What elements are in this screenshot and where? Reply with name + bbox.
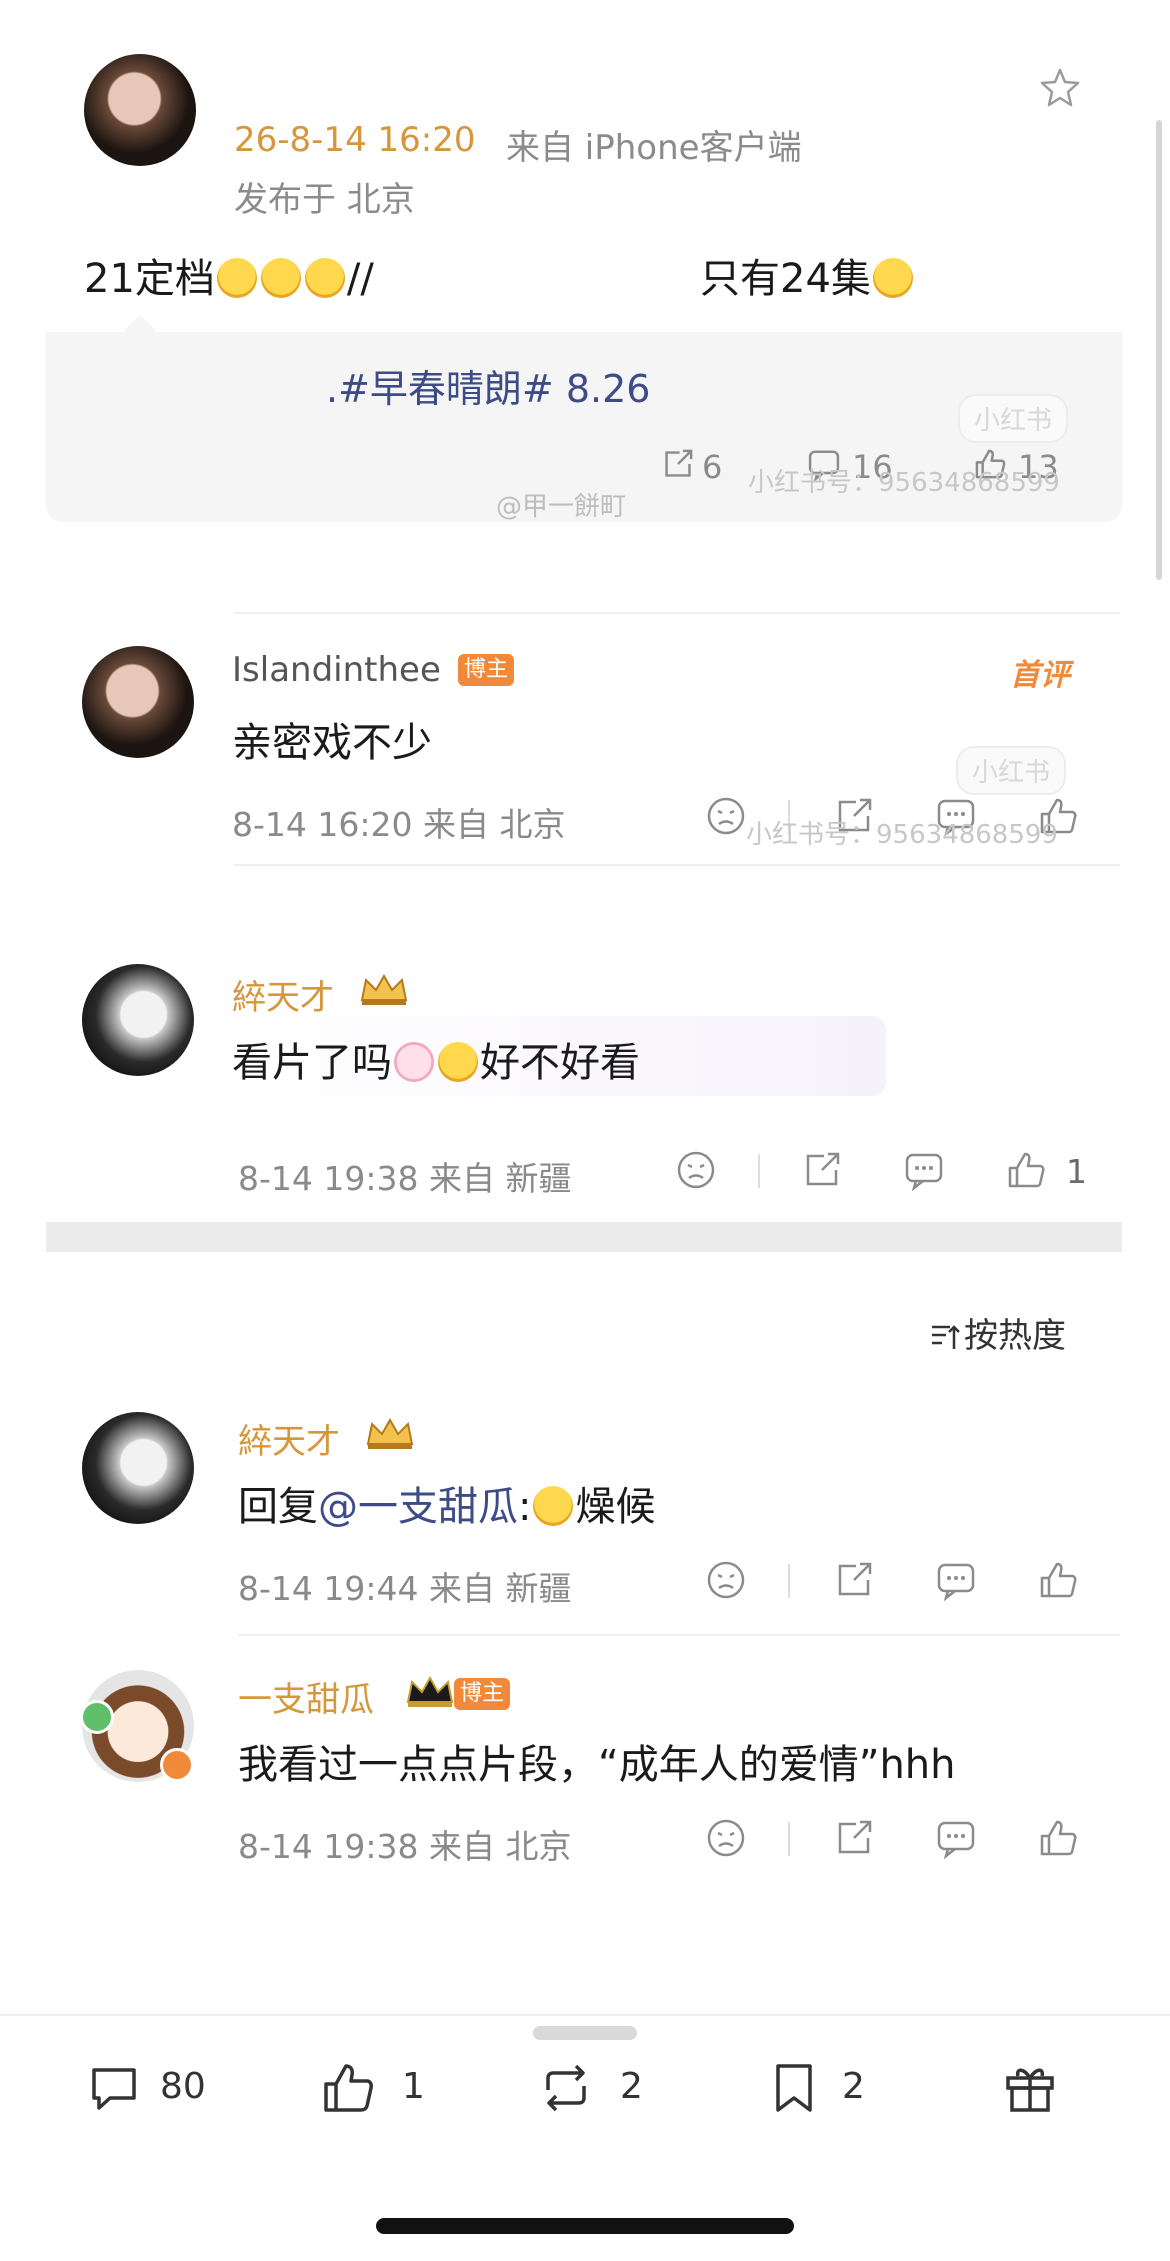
like-icon[interactable] (1004, 1148, 1048, 1192)
comment-time: 8-14 16:20 来自 北京 (232, 805, 566, 844)
post-location: 发布于 北京 (234, 180, 415, 220)
xhs-watermark-pill: 小红书 (956, 746, 1067, 795)
sort-icon (932, 1325, 960, 1349)
author-badge: 博主 (458, 654, 515, 686)
crown-icon (366, 1417, 414, 1449)
replier-name[interactable]: 綷天才 (238, 1414, 340, 1463)
reply-colon: : (518, 1484, 532, 1530)
reply-text: 我看过一点点片段，“成年人的爱情”hhh (238, 1742, 956, 1788)
divider (234, 612, 1120, 614)
verified-orange-icon (160, 1748, 194, 1782)
post-content-prefix: 21定档 (84, 256, 215, 302)
dislike-face-icon[interactable] (704, 1558, 748, 1602)
separator (758, 1154, 760, 1188)
scrollbar[interactable] (1156, 120, 1162, 580)
sweat-emoji-icon (533, 1486, 574, 1526)
verified-green-icon (80, 1700, 114, 1734)
post-content-suffix: 只有24集 (700, 256, 871, 302)
divider (234, 864, 1120, 866)
repost-icon[interactable] (660, 446, 696, 482)
comment-text: 看片了吗 好不好看 (232, 1030, 640, 1088)
favorite-button[interactable]: 2 (764, 2058, 884, 2118)
post-content: 21定档 // (84, 246, 374, 304)
xhs-watermark: 小红书号：95634868599 (748, 468, 1060, 498)
comment-text: 亲密戏不少 (232, 720, 432, 766)
commenter-name[interactable]: 綷天才 (232, 970, 334, 1019)
author-avatar[interactable] (84, 54, 196, 166)
mention-link[interactable]: @一支甜瓜 (318, 1484, 518, 1530)
favorites-count: 2 (842, 2066, 865, 2107)
likes-count: 1 (402, 2066, 425, 2107)
post-source: 来自 iPhone客户端 (506, 128, 802, 168)
comment-time: 8-14 19:38 来自 新疆 (238, 1159, 572, 1198)
repost-icon (536, 2058, 596, 2118)
share-icon[interactable] (832, 1816, 876, 1860)
reply-text: 回复@一支甜瓜: 燥候 (238, 1474, 655, 1532)
comment-icon (84, 2058, 144, 2118)
drag-handle[interactable] (533, 2026, 637, 2040)
like-button[interactable]: 1 (318, 2058, 438, 2118)
section-gap (46, 1222, 1122, 1252)
share-icon[interactable] (832, 1558, 876, 1602)
reply-time: 8-14 19:38 来自 北京 (238, 1827, 572, 1866)
author-badge: 博主 (454, 1678, 511, 1710)
post-content-suffix-wrap: 只有24集 (700, 246, 915, 304)
like-icon[interactable] (1036, 1558, 1080, 1602)
like-count: 1 (1066, 1152, 1087, 1191)
separator (788, 1564, 790, 1598)
reply-prefix: 回复 (238, 1484, 318, 1530)
comments-button[interactable]: 80 (84, 2058, 224, 2118)
like-icon (318, 2058, 378, 2118)
repost-button[interactable]: 2 (536, 2058, 656, 2118)
comment-icon[interactable] (934, 1558, 978, 1602)
sort-label: 按热度 (964, 1316, 1066, 1356)
replier-name[interactable]: 一支甜瓜 (238, 1672, 374, 1721)
replier-avatar[interactable] (82, 1412, 194, 1524)
dislike-face-icon[interactable] (674, 1148, 718, 1192)
xhs-watermark-pill: 小红书 (958, 394, 1069, 443)
reply-body: 燥候 (575, 1484, 656, 1530)
comment-icon[interactable] (934, 1816, 978, 1860)
divider (238, 1634, 1120, 1636)
scream-emoji-icon (216, 258, 257, 298)
post-content-slash: // (346, 256, 374, 302)
dislike-face-icon[interactable] (704, 1816, 748, 1860)
rabbit-emoji-icon (394, 1042, 434, 1082)
separator (788, 1822, 790, 1856)
quoted-topic[interactable]: .#早春晴朗# 8.26 (326, 358, 650, 413)
dislike-face-icon[interactable] (704, 794, 748, 838)
share-icon[interactable] (800, 1148, 844, 1192)
comment-text-prefix: 看片了吗 (232, 1040, 392, 1086)
comments-count: 80 (160, 2066, 206, 2107)
crown-icon (360, 973, 408, 1005)
xhs-watermark: 小红书号：95634868599 (746, 820, 1058, 850)
quote-repost-count: 6 (702, 448, 723, 486)
reposts-count: 2 (620, 2066, 643, 2107)
home-indicator[interactable] (376, 2218, 794, 2234)
star-icon[interactable] (1038, 66, 1082, 110)
weibo-watermark: @甲一餅町 (496, 492, 627, 522)
shy-emoji-icon (438, 1042, 478, 1082)
sort-by-hot-button[interactable]: 按热度 (930, 1308, 1066, 1357)
like-icon[interactable] (1036, 1816, 1080, 1860)
post-timestamp: 26-8-14 16:20 (234, 120, 476, 160)
commenter-name[interactable]: Islandinthee (232, 650, 441, 690)
gift-icon (1000, 2058, 1060, 2118)
scream-emoji-icon (304, 258, 345, 298)
commenter-avatar[interactable] (82, 964, 194, 1076)
thinking-emoji-icon (872, 258, 913, 298)
bookmark-icon (764, 2058, 824, 2118)
scream-emoji-icon (260, 258, 301, 298)
crown-icon (406, 1675, 454, 1707)
comment-text-suffix: 好不好看 (480, 1040, 640, 1086)
commenter-avatar[interactable] (82, 646, 194, 758)
comment-icon[interactable] (902, 1148, 946, 1192)
first-comment-tag: 首评 (1010, 658, 1070, 693)
gift-button[interactable] (1000, 2058, 1060, 2118)
reply-time: 8-14 19:44 来自 新疆 (238, 1569, 572, 1608)
